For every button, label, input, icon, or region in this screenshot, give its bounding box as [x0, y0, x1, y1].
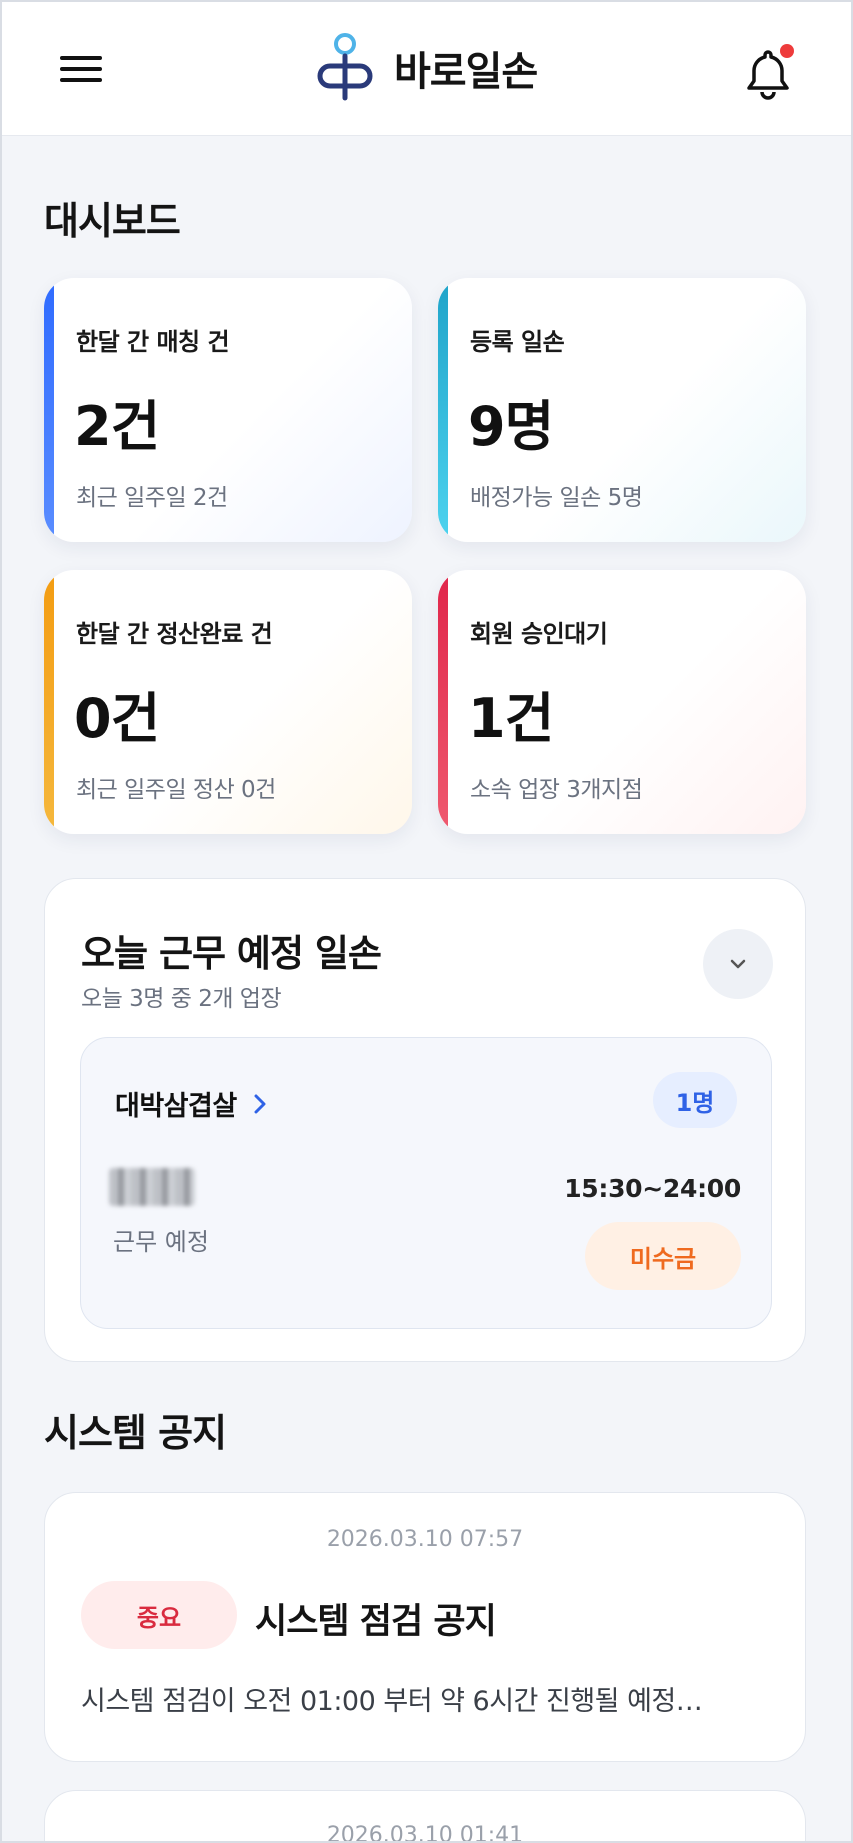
brand[interactable]: 바로일손	[310, 32, 538, 104]
notice-date: 2026.03.10 01:41	[326, 1823, 524, 1843]
stat-card-accent	[44, 570, 54, 834]
chevron-right-icon	[254, 1094, 266, 1113]
worker-count-badge: 1명	[653, 1072, 737, 1128]
stat-card-accent	[44, 278, 54, 542]
today-workers-card: 오늘 근무 예정 일손 오늘 3명 중 2개 업장 대박삼겹살 1명 근무 예정…	[44, 878, 806, 1362]
site-name: 대박삼겹살	[115, 1091, 237, 1122]
notice-body: 시스템 점검이 오전 01:00 부터 약 6시간 진행될 예정…	[81, 1686, 703, 1717]
notice-item[interactable]: 2026.03.10 07:57 중요 시스템 점검 공지 시스템 점검이 오전…	[44, 1492, 806, 1762]
collapse-toggle-button[interactable]	[703, 929, 773, 999]
work-time: 15:30~24:00	[564, 1174, 741, 1203]
stat-card-label: 등록 일손	[470, 328, 565, 356]
brand-logo-icon	[317, 33, 373, 101]
notice-title: 시스템 점검 공지	[255, 1602, 497, 1642]
stat-card-sub: 최근 일주일 2건	[76, 485, 228, 511]
brand-name: 바로일손	[394, 49, 538, 95]
stat-card-sub: 배정가능 일손 5명	[470, 485, 643, 511]
important-badge: 중요	[81, 1581, 237, 1649]
stat-card-value: 1건	[468, 687, 554, 750]
chevron-down-icon	[730, 959, 746, 969]
stat-card-label: 한달 간 매칭 건	[76, 328, 230, 356]
notice-date: 2026.03.10 07:57	[326, 1527, 524, 1552]
payment-status-button[interactable]: 미수금	[585, 1222, 741, 1290]
today-workers-title: 오늘 근무 예정 일손	[81, 932, 382, 975]
site-link[interactable]: 대박삼겹살	[115, 1084, 267, 1123]
notice-item[interactable]: 2026.03.10 01:41	[44, 1790, 806, 1843]
stat-card-pending-approval[interactable]: 회원 승인대기 1건 소속 업장 3개지점	[438, 570, 806, 834]
notices-title: 시스템 공지	[44, 1411, 227, 1455]
stat-card-label: 회원 승인대기	[470, 620, 608, 648]
menu-icon[interactable]	[60, 52, 104, 84]
notification-bell-icon[interactable]	[744, 44, 800, 100]
stat-card-sub: 소속 업장 3개지점	[470, 777, 643, 803]
today-workers-subtitle: 오늘 3명 중 2개 업장	[81, 986, 282, 1012]
dashboard-title: 대시보드	[44, 199, 181, 243]
stat-card-value: 2건	[74, 395, 160, 458]
stat-card-monthly-settlement[interactable]: 한달 간 정산완료 건 0건 최근 일주일 정산 0건	[44, 570, 412, 834]
notification-badge	[780, 44, 794, 58]
worker-status: 근무 예정	[113, 1228, 209, 1256]
stat-card-value: 0건	[74, 687, 160, 750]
site-card: 대박삼겹살 1명 근무 예정 15:30~24:00 미수금	[80, 1037, 772, 1329]
stat-card-sub: 최근 일주일 정산 0건	[76, 777, 276, 803]
stat-card-registered-workers[interactable]: 등록 일손 9명 배정가능 일손 5명	[438, 278, 806, 542]
stat-card-monthly-matching[interactable]: 한달 간 매칭 건 2건 최근 일주일 2건	[44, 278, 412, 542]
app-header: 바로일손	[0, 0, 853, 136]
worker-name-redacted	[109, 1168, 195, 1206]
stat-card-value: 9명	[468, 395, 554, 458]
stat-card-accent	[438, 570, 448, 834]
stat-card-accent	[438, 278, 448, 542]
stat-card-label: 한달 간 정산완료 건	[76, 620, 273, 648]
